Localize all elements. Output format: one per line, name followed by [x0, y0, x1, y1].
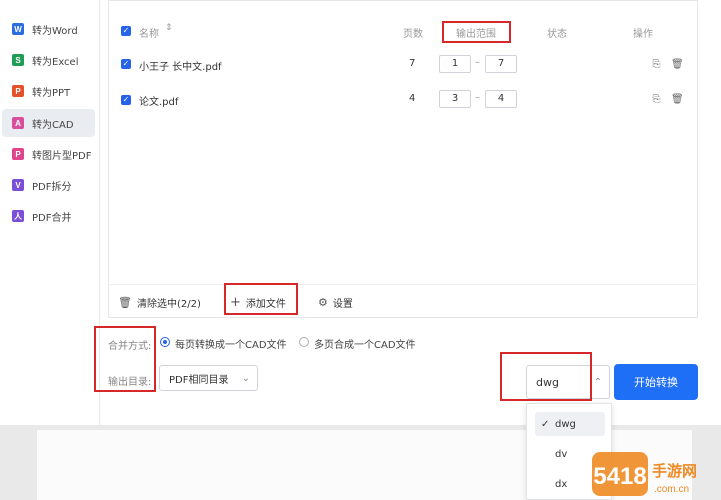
range-from-input[interactable]: 3 — [439, 90, 471, 108]
highlight-box — [442, 21, 511, 43]
format-option-dwg[interactable]: ✓ dwg — [535, 412, 605, 436]
word-icon: W — [12, 23, 24, 35]
preview-icon[interactable]: ⎘ — [651, 94, 662, 106]
delete-icon[interactable]: 🗑 — [671, 94, 684, 106]
sidebar-item-label: PDF合并 — [32, 212, 72, 224]
cad-icon: A — [12, 117, 24, 129]
chevron-down-icon: ⌄ — [241, 373, 250, 384]
merge-option-per-page-label[interactable]: 每页转换成一个CAD文件 — [175, 336, 287, 351]
row-checkbox[interactable]: ✓ — [121, 95, 131, 105]
sidebar-item-label: 转为Word — [32, 25, 78, 37]
row-checkbox[interactable]: ✓ — [121, 59, 131, 69]
sidebar-item-label: PDF拆分 — [32, 181, 72, 193]
check-icon: ✓ — [541, 418, 550, 430]
merge-option-per-page-radio[interactable] — [160, 337, 170, 347]
settings-button[interactable]: ⚙ 设置 — [318, 285, 353, 319]
range-from-input[interactable]: 1 — [439, 55, 471, 73]
ppt-icon: P — [12, 85, 24, 97]
sidebar-item-image-pdf[interactable]: P 转图片型PDF — [2, 140, 95, 168]
watermark-graphic: 5418 手游网 .com.cn — [592, 452, 697, 496]
watermark-logo: 5418 手游网 .com.cn — [590, 448, 721, 500]
page-count: 4 — [409, 93, 416, 104]
highlight-box — [224, 283, 298, 315]
merge-option-combined-radio[interactable] — [299, 337, 309, 347]
sidebar-item-label: 转为Excel — [32, 56, 79, 68]
format-option-label: dv — [555, 448, 568, 460]
range-to-input[interactable]: 4 — [485, 90, 517, 108]
range-to-input[interactable]: 7 — [485, 55, 517, 73]
gear-icon: ⚙ — [318, 295, 328, 309]
sidebar-item-cad[interactable]: A 转为CAD — [2, 109, 95, 137]
column-header-name[interactable]: 名称 — [139, 25, 159, 40]
delete-icon[interactable]: 🗑 — [671, 59, 684, 71]
preview-icon[interactable]: ⎘ — [651, 59, 662, 71]
file-name: 小王子 长中文.pdf — [139, 62, 222, 73]
column-header-status: 状态 — [547, 29, 567, 40]
watermark-site-url: .com.cn — [654, 484, 689, 495]
column-header-actions: 操作 — [633, 29, 653, 40]
start-convert-button[interactable]: 开始转换 — [614, 364, 698, 400]
trash-icon: 🗑 — [118, 295, 132, 309]
sidebar-item-label: 转为PPT — [32, 87, 71, 99]
sidebar-item-word[interactable]: W 转为Word — [2, 15, 95, 43]
range-separator: – — [475, 57, 480, 68]
sidebar: W 转为Word S 转为Excel P 转为PPT A 转为CAD P 转图片… — [0, 0, 100, 425]
highlight-box — [500, 352, 592, 401]
sort-icon[interactable]: ⇕ — [165, 23, 173, 33]
image-pdf-icon: P — [12, 148, 24, 160]
highlight-box — [94, 326, 156, 392]
sidebar-item-excel[interactable]: S 转为Excel — [2, 46, 95, 74]
page-count: 7 — [409, 58, 416, 69]
watermark-number: 5418 — [593, 463, 646, 490]
format-option-label: dwg — [555, 418, 576, 430]
column-header-pages: 页数 — [403, 29, 423, 40]
settings-label: 设置 — [332, 298, 353, 310]
sidebar-item-pdf-merge[interactable]: 人 PDF合并 — [2, 202, 95, 230]
merge-icon: 人 — [12, 210, 24, 222]
range-separator: – — [475, 92, 480, 103]
file-table: ✓ 名称 ⇕ 页数 输出范围 状态 操作 ✓ 小王子 长中文.pdf 7 1 –… — [108, 0, 698, 318]
split-icon: V — [12, 179, 24, 191]
excel-icon: S — [12, 54, 24, 66]
output-dir-select[interactable]: PDF相同目录 ⌄ — [159, 365, 258, 391]
merge-option-combined-label[interactable]: 多页合成一个CAD文件 — [314, 336, 416, 351]
main-panel: ✓ 名称 ⇕ 页数 输出范围 状态 操作 ✓ 小王子 长中文.pdf 7 1 –… — [94, 0, 721, 425]
file-name: 论文.pdf — [139, 97, 179, 108]
output-dir-value: PDF相同目录 — [169, 374, 229, 386]
chevron-up-icon: ⌃ — [593, 377, 602, 388]
sidebar-item-label: 转图片型PDF — [32, 150, 92, 162]
sidebar-item-pdf-split[interactable]: V PDF拆分 — [2, 171, 95, 199]
sidebar-item-label: 转为CAD — [32, 119, 74, 131]
table-action-bar: 🗑 清除选中(2/2) + 添加文件 ⚙ 设置 — [108, 284, 698, 318]
watermark-site-name: 手游网 — [652, 462, 697, 480]
format-option-label: dx — [555, 478, 568, 490]
clear-selection-button[interactable]: 🗑 清除选中(2/2) — [118, 285, 201, 319]
sidebar-item-ppt[interactable]: P 转为PPT — [2, 77, 95, 105]
clear-selection-label: 清除选中(2/2) — [136, 298, 201, 310]
select-all-checkbox[interactable]: ✓ — [121, 26, 131, 36]
